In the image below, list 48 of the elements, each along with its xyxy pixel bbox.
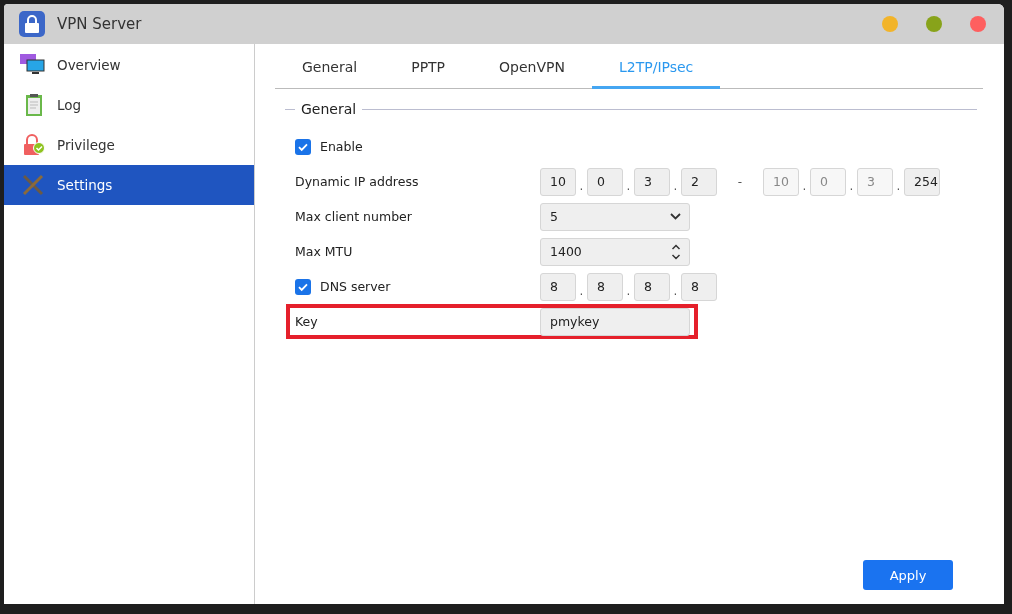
chevron-down-icon [670,213,681,220]
sidebar-item[interactable]: Overview [4,45,254,85]
field-label: Max MTU [295,244,354,259]
dot-separator: . [578,177,585,193]
sidebar-item[interactable]: Settings [4,165,254,205]
tab[interactable]: PPTP [384,44,473,89]
field-label: Dynamic IP address [295,174,420,189]
field-label: Key [295,314,319,329]
field-label: Max client number [295,209,413,224]
key-input-field[interactable]: pmykey [540,307,690,336]
range-dash: - [736,174,744,189]
tab[interactable]: OpenVPN [472,44,592,89]
close-button[interactable] [970,16,986,32]
enable-checkbox[interactable]: Enable [295,138,363,155]
up-down-arrows-icon [671,243,681,260]
dot-separator: . [895,177,902,193]
dot-separator: . [672,177,679,193]
ip-octet-field[interactable]: 3 [634,167,670,196]
ip-octet-field[interactable]: 8 [587,272,623,301]
dot-separator: . [625,177,632,193]
dot-separator: . [672,282,679,298]
checkbox[interactable] [295,278,311,295]
dot-separator: . [801,177,808,193]
number-spinner[interactable]: 1400 [540,237,690,266]
select-dropdown[interactable]: 5 [540,202,690,231]
dot-separator: . [578,282,585,298]
sidebar-item[interactable]: Privilege [4,125,254,165]
ip-octet-field[interactable]: 8 [634,272,670,301]
apply-button[interactable]: Apply [863,560,953,590]
monitors-icon [20,53,46,77]
sidebar-item[interactable]: Log [4,85,254,125]
window-title: VPN Server [57,15,143,33]
ip-octet-field[interactable]: 10 [540,167,576,196]
ip-octet-field[interactable]: 8 [540,272,576,301]
ip-octet-field[interactable]: 2 [681,167,717,196]
ip-octet-field[interactable]: 0 [587,167,623,196]
ip-octet-field[interactable]: 8 [681,272,717,301]
dot-separator: . [625,282,632,298]
minimize-button[interactable] [882,16,898,32]
dot-separator: . [848,177,855,193]
padlock-app-icon [19,11,45,37]
dns-server-checkbox[interactable]: DNS server [295,278,391,295]
tab[interactable]: General [275,44,385,89]
tools-icon [20,173,46,197]
checkbox[interactable] [295,138,311,155]
maximize-button[interactable] [926,16,942,32]
section-title: General [301,101,357,117]
ip-octet-field[interactable]: 254 [904,167,940,196]
